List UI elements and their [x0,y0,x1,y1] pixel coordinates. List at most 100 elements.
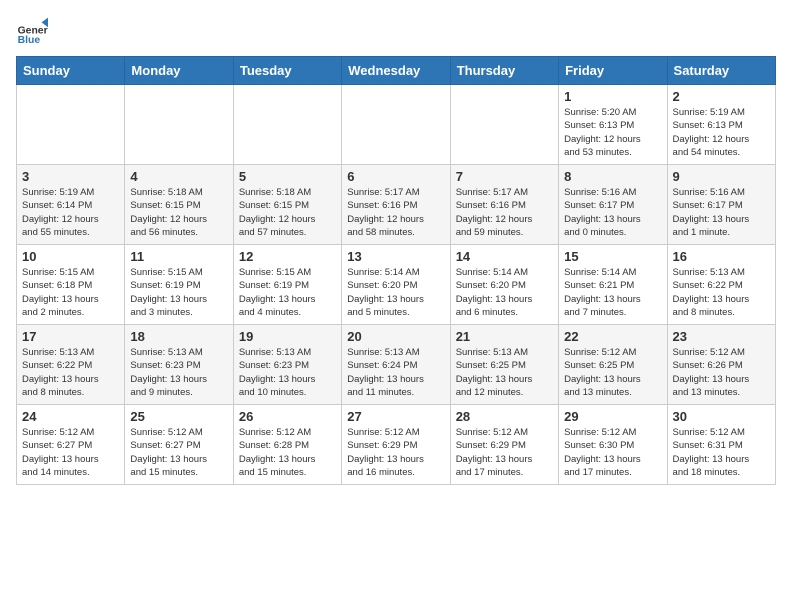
calendar-cell: 22 Sunrise: 5:12 AM Sunset: 6:25 PM Dayli… [559,325,667,405]
svg-text:Blue: Blue [18,35,41,46]
logo-icon: General Blue [16,16,48,48]
calendar-cell [450,85,558,165]
day-number: 25 [130,409,227,424]
day-number: 24 [22,409,119,424]
day-number: 11 [130,249,227,264]
day-number: 15 [564,249,661,264]
calendar-cell: 8 Sunrise: 5:16 AM Sunset: 6:17 PM Daylig… [559,165,667,245]
calendar-table: SundayMondayTuesdayWednesdayThursdayFrid… [16,56,776,485]
calendar-cell: 11 Sunrise: 5:15 AM Sunset: 6:19 PM Dayli… [125,245,233,325]
day-info: Sunrise: 5:12 AM Sunset: 6:31 PM Dayligh… [673,426,770,479]
calendar-cell: 25 Sunrise: 5:12 AM Sunset: 6:27 PM Dayli… [125,405,233,485]
calendar-cell [17,85,125,165]
calendar-cell: 19 Sunrise: 5:13 AM Sunset: 6:23 PM Dayli… [233,325,341,405]
day-number: 23 [673,329,770,344]
day-number: 14 [456,249,553,264]
day-info: Sunrise: 5:12 AM Sunset: 6:26 PM Dayligh… [673,346,770,399]
day-info: Sunrise: 5:20 AM Sunset: 6:13 PM Dayligh… [564,106,661,159]
day-number: 2 [673,89,770,104]
day-info: Sunrise: 5:12 AM Sunset: 6:27 PM Dayligh… [22,426,119,479]
calendar-week-row: 3Sunrise: 5:19 AM Sunset: 6:14 PM Daylig… [17,165,776,245]
calendar-cell: 17Sunrise: 5:13 AM Sunset: 6:22 PM Dayli… [17,325,125,405]
calendar-cell: 4 Sunrise: 5:18 AM Sunset: 6:15 PM Daylig… [125,165,233,245]
day-info: Sunrise: 5:12 AM Sunset: 6:27 PM Dayligh… [130,426,227,479]
day-number: 21 [456,329,553,344]
day-number: 6 [347,169,444,184]
calendar-cell: 23 Sunrise: 5:12 AM Sunset: 6:26 PM Dayli… [667,325,775,405]
day-number: 20 [347,329,444,344]
calendar-week-row: 24 Sunrise: 5:12 AM Sunset: 6:27 PM Dayli… [17,405,776,485]
calendar-cell: 10 Sunrise: 5:15 AM Sunset: 6:18 PM Dayli… [17,245,125,325]
calendar-cell: 16Sunrise: 5:13 AM Sunset: 6:22 PM Dayli… [667,245,775,325]
calendar-cell [233,85,341,165]
calendar-cell: 18 Sunrise: 5:13 AM Sunset: 6:23 PM Dayli… [125,325,233,405]
day-number: 9 [673,169,770,184]
logo: General Blue [16,16,48,48]
day-number: 5 [239,169,336,184]
calendar-cell: 14 Sunrise: 5:14 AM Sunset: 6:20 PM Dayli… [450,245,558,325]
day-info: Sunrise: 5:15 AM Sunset: 6:19 PM Dayligh… [130,266,227,319]
weekday-header-row: SundayMondayTuesdayWednesdayThursdayFrid… [17,57,776,85]
calendar-cell: 15 Sunrise: 5:14 AM Sunset: 6:21 PM Dayli… [559,245,667,325]
day-info: Sunrise: 5:13 AM Sunset: 6:23 PM Dayligh… [130,346,227,399]
calendar-cell: 5 Sunrise: 5:18 AM Sunset: 6:15 PM Daylig… [233,165,341,245]
day-info: Sunrise: 5:14 AM Sunset: 6:20 PM Dayligh… [347,266,444,319]
calendar-week-row: 1 Sunrise: 5:20 AM Sunset: 6:13 PM Daylig… [17,85,776,165]
day-info: Sunrise: 5:17 AM Sunset: 6:16 PM Dayligh… [456,186,553,239]
day-number: 19 [239,329,336,344]
day-info: Sunrise: 5:16 AM Sunset: 6:17 PM Dayligh… [564,186,661,239]
day-info: Sunrise: 5:14 AM Sunset: 6:21 PM Dayligh… [564,266,661,319]
day-info: Sunrise: 5:16 AM Sunset: 6:17 PM Dayligh… [673,186,770,239]
weekday-header: Sunday [17,57,125,85]
calendar-cell [342,85,450,165]
weekday-header: Friday [559,57,667,85]
day-info: Sunrise: 5:18 AM Sunset: 6:15 PM Dayligh… [239,186,336,239]
calendar-cell: 30 Sunrise: 5:12 AM Sunset: 6:31 PM Dayli… [667,405,775,485]
calendar-week-row: 10 Sunrise: 5:15 AM Sunset: 6:18 PM Dayli… [17,245,776,325]
calendar-cell: 7 Sunrise: 5:17 AM Sunset: 6:16 PM Daylig… [450,165,558,245]
day-info: Sunrise: 5:15 AM Sunset: 6:18 PM Dayligh… [22,266,119,319]
day-number: 17 [22,329,119,344]
calendar-cell: 2 Sunrise: 5:19 AM Sunset: 6:13 PM Daylig… [667,85,775,165]
calendar-cell: 1 Sunrise: 5:20 AM Sunset: 6:13 PM Daylig… [559,85,667,165]
day-number: 18 [130,329,227,344]
day-number: 1 [564,89,661,104]
day-number: 27 [347,409,444,424]
calendar-week-row: 17Sunrise: 5:13 AM Sunset: 6:22 PM Dayli… [17,325,776,405]
day-number: 7 [456,169,553,184]
day-info: Sunrise: 5:12 AM Sunset: 6:28 PM Dayligh… [239,426,336,479]
calendar-cell: 26Sunrise: 5:12 AM Sunset: 6:28 PM Dayli… [233,405,341,485]
calendar-cell: 9 Sunrise: 5:16 AM Sunset: 6:17 PM Daylig… [667,165,775,245]
day-info: Sunrise: 5:14 AM Sunset: 6:20 PM Dayligh… [456,266,553,319]
day-number: 13 [347,249,444,264]
day-info: Sunrise: 5:12 AM Sunset: 6:25 PM Dayligh… [564,346,661,399]
page-header: General Blue [16,16,776,48]
day-number: 4 [130,169,227,184]
weekday-header: Thursday [450,57,558,85]
weekday-header: Wednesday [342,57,450,85]
day-number: 29 [564,409,661,424]
calendar-cell: 24 Sunrise: 5:12 AM Sunset: 6:27 PM Dayli… [17,405,125,485]
calendar-cell: 3Sunrise: 5:19 AM Sunset: 6:14 PM Daylig… [17,165,125,245]
day-info: Sunrise: 5:13 AM Sunset: 6:24 PM Dayligh… [347,346,444,399]
day-info: Sunrise: 5:13 AM Sunset: 6:23 PM Dayligh… [239,346,336,399]
day-info: Sunrise: 5:12 AM Sunset: 6:29 PM Dayligh… [347,426,444,479]
calendar-cell: 6 Sunrise: 5:17 AM Sunset: 6:16 PM Daylig… [342,165,450,245]
day-info: Sunrise: 5:17 AM Sunset: 6:16 PM Dayligh… [347,186,444,239]
day-info: Sunrise: 5:15 AM Sunset: 6:19 PM Dayligh… [239,266,336,319]
day-info: Sunrise: 5:18 AM Sunset: 6:15 PM Dayligh… [130,186,227,239]
day-info: Sunrise: 5:19 AM Sunset: 6:13 PM Dayligh… [673,106,770,159]
day-number: 8 [564,169,661,184]
calendar-cell: 27 Sunrise: 5:12 AM Sunset: 6:29 PM Dayli… [342,405,450,485]
day-info: Sunrise: 5:13 AM Sunset: 6:25 PM Dayligh… [456,346,553,399]
day-number: 12 [239,249,336,264]
weekday-header: Saturday [667,57,775,85]
calendar-cell: 13 Sunrise: 5:14 AM Sunset: 6:20 PM Dayli… [342,245,450,325]
weekday-header: Tuesday [233,57,341,85]
calendar-cell: 29Sunrise: 5:12 AM Sunset: 6:30 PM Dayli… [559,405,667,485]
day-info: Sunrise: 5:13 AM Sunset: 6:22 PM Dayligh… [673,266,770,319]
day-number: 22 [564,329,661,344]
day-number: 30 [673,409,770,424]
day-info: Sunrise: 5:12 AM Sunset: 6:29 PM Dayligh… [456,426,553,479]
day-number: 10 [22,249,119,264]
